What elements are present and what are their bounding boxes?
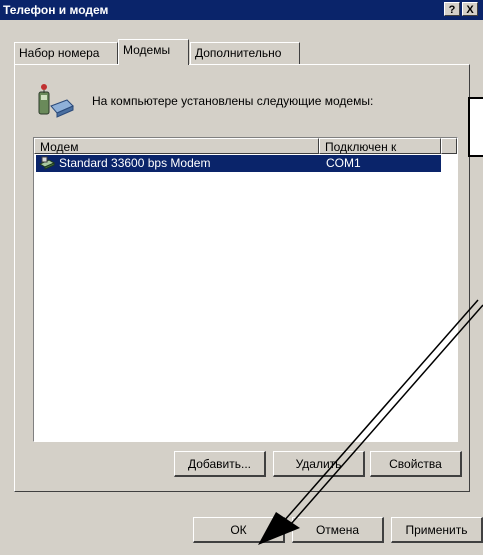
cancel-button[interactable]: Отмена [292,517,384,543]
modem-port-cell: COM1 [326,156,361,170]
apply-button[interactable]: Применить [391,517,483,543]
column-header-filler [441,138,457,154]
column-header-modem[interactable]: Модем [34,138,319,154]
window-title: Телефон и модем [3,3,109,17]
help-button[interactable]: ? [444,2,460,16]
modem-list[interactable]: Модем Подключен к Standard 33600 bps Mod… [33,137,458,442]
ok-button[interactable]: ОК [193,517,285,543]
table-row[interactable]: Standard 33600 bps Modem COM1 [36,155,441,172]
modems-description: На компьютере установлены следующие моде… [92,94,374,108]
tab-dialing[interactable]: Набор номера [14,42,118,64]
tab-advanced[interactable]: Дополнительно [190,42,300,64]
properties-button[interactable]: Свойства [370,451,462,477]
add-button[interactable]: Добавить... [174,451,266,477]
modem-name-cell: Standard 33600 bps Modem [59,156,211,170]
title-bar: Телефон и модем ? X [0,0,483,20]
tab-modems[interactable]: Модемы [118,39,189,65]
close-button[interactable]: X [462,2,478,16]
phone-modem-icon [38,84,74,118]
delete-button[interactable]: Удалить [273,451,365,477]
annotation-callout-box [468,97,483,157]
column-header-port[interactable]: Подключен к [319,138,441,154]
modem-icon [39,156,55,170]
